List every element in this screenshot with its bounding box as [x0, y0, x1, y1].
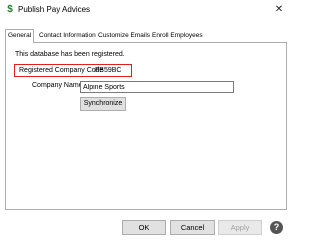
- dollar-icon: $: [7, 4, 13, 15]
- apply-button[interactable]: Apply: [218, 220, 262, 235]
- registered-code-value: FB59BC: [95, 67, 122, 74]
- synchronize-button[interactable]: Synchronize: [80, 97, 126, 111]
- close-button[interactable]: ✕: [273, 3, 285, 16]
- tab-general[interactable]: General: [5, 29, 35, 43]
- ok-button[interactable]: OK: [122, 220, 166, 235]
- registered-code-label: Registered Company Code: [19, 67, 104, 74]
- tab-enroll-employees[interactable]: Enroll Employees: [150, 30, 205, 42]
- title-bar: $ Publish Pay Advices ✕: [0, 0, 291, 20]
- tab-contact-information[interactable]: Contact Information: [37, 30, 98, 42]
- company-name-label: Company Name: [32, 82, 83, 89]
- cancel-button[interactable]: Cancel: [170, 220, 215, 235]
- company-name-field[interactable]: [80, 81, 234, 93]
- help-icon[interactable]: ?: [270, 221, 283, 234]
- tab-customize-emails[interactable]: Customize Emails: [96, 30, 152, 42]
- registered-message: This database has been registered.: [15, 51, 125, 58]
- window-title: Publish Pay Advices: [18, 5, 91, 14]
